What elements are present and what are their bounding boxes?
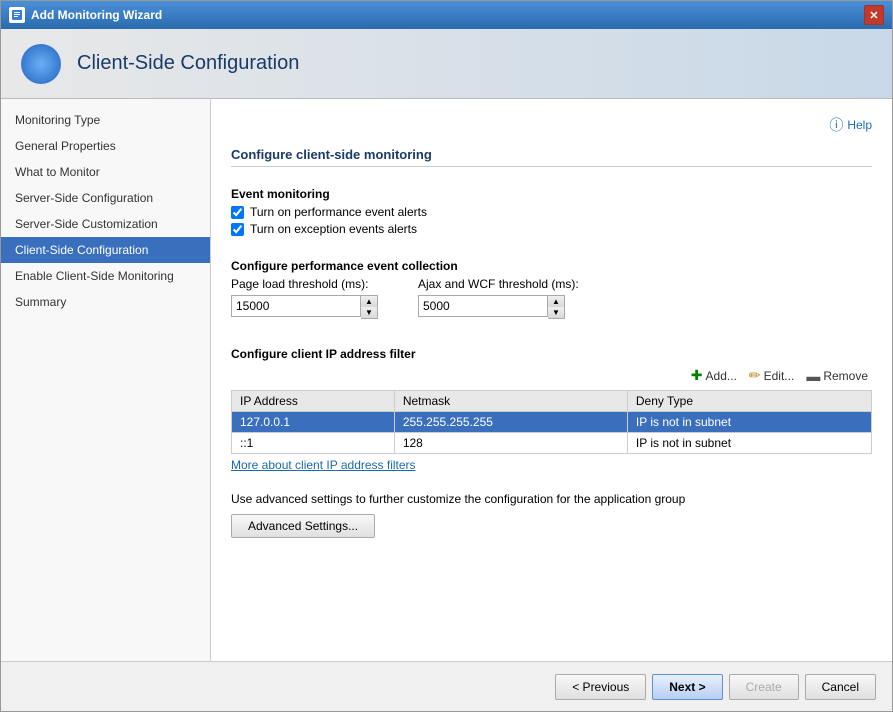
cancel-button[interactable]: Cancel — [805, 674, 876, 700]
ip-filter-title: Configure client IP address filter — [231, 347, 872, 361]
cell-ip-1: 127.0.0.1 — [232, 412, 395, 433]
edit-label: Edit... — [764, 369, 795, 383]
col-netmask: Netmask — [394, 391, 627, 412]
window-icon — [9, 7, 25, 23]
sidebar-item-server-side-config[interactable]: Server-Side Configuration — [1, 185, 210, 211]
ajax-label: Ajax and WCF threshold (ms): — [418, 277, 579, 291]
sidebar-item-server-side-custom[interactable]: Server-Side Customization — [1, 211, 210, 237]
checkbox-row-perf: Turn on performance event alerts — [231, 205, 872, 219]
close-button[interactable]: ✕ — [864, 5, 884, 25]
exception-events-label: Turn on exception events alerts — [250, 222, 417, 236]
ajax-input[interactable] — [418, 295, 548, 317]
ip-filter-section: Configure client IP address filter ✚ Add… — [231, 339, 872, 472]
ajax-spinner-buttons: ▲ ▼ — [548, 295, 565, 319]
ajax-down-btn[interactable]: ▼ — [548, 307, 564, 318]
help-row: ⓘ Help — [231, 115, 872, 135]
title-bar: Add Monitoring Wizard ✕ — [1, 1, 892, 29]
checkbox-row-exception: Turn on exception events alerts — [231, 222, 872, 236]
cell-ip-2: ::1 — [232, 433, 395, 454]
add-button[interactable]: ✚ Add... — [687, 365, 741, 386]
cell-netmask-2: 128 — [394, 433, 627, 454]
threshold-fields: Page load threshold (ms): ▲ ▼ Ajax and W… — [231, 277, 872, 319]
body: Monitoring Type General Properties What … — [1, 99, 892, 661]
header: Client-Side Configuration — [1, 29, 892, 99]
cell-netmask-1: 255.255.255.255 — [394, 412, 627, 433]
sidebar-item-what-to-monitor[interactable]: What to Monitor — [1, 159, 210, 185]
page-load-down-btn[interactable]: ▼ — [361, 307, 377, 318]
main-content: ⓘ Help Configure client-side monitoring … — [211, 99, 892, 661]
ip-filter-link[interactable]: More about client IP address filters — [231, 458, 416, 472]
window: Add Monitoring Wizard ✕ Client-Side Conf… — [0, 0, 893, 712]
table-row[interactable]: 127.0.0.1 255.255.255.255 IP is not in s… — [232, 412, 872, 433]
sidebar: Monitoring Type General Properties What … — [1, 99, 211, 661]
remove-icon: ▬ — [806, 368, 820, 384]
help-link[interactable]: Help — [847, 118, 872, 132]
advanced-description: Use advanced settings to further customi… — [231, 492, 872, 506]
sidebar-item-enable-client-side[interactable]: Enable Client-Side Monitoring — [1, 263, 210, 289]
page-load-input[interactable] — [231, 295, 361, 317]
perf-events-checkbox[interactable] — [231, 206, 244, 219]
edit-button[interactable]: ✏ Edit... — [745, 365, 798, 386]
table-header-row: IP Address Netmask Deny Type — [232, 391, 872, 412]
col-ip-address: IP Address — [232, 391, 395, 412]
advanced-section: Use advanced settings to further customi… — [231, 492, 872, 538]
previous-button[interactable]: < Previous — [555, 674, 646, 700]
ajax-field: Ajax and WCF threshold (ms): ▲ ▼ — [418, 277, 579, 319]
add-label: Add... — [706, 369, 737, 383]
edit-icon: ✏ — [749, 367, 761, 384]
cell-deny-1: IP is not in subnet — [627, 412, 871, 433]
page-load-label: Page load threshold (ms): — [231, 277, 378, 291]
page-load-up-btn[interactable]: ▲ — [361, 296, 377, 307]
col-deny-type: Deny Type — [627, 391, 871, 412]
event-monitoring-section: Event monitoring Turn on performance eve… — [231, 179, 872, 239]
header-icon — [21, 44, 61, 84]
section-title: Configure client-side monitoring — [231, 147, 872, 167]
performance-collection-section: Configure performance event collection P… — [231, 251, 872, 319]
remove-label: Remove — [823, 369, 868, 383]
add-icon: ✚ — [691, 367, 703, 384]
page-load-spinner-buttons: ▲ ▼ — [361, 295, 378, 319]
exception-events-checkbox[interactable] — [231, 223, 244, 236]
next-button[interactable]: Next > — [652, 674, 722, 700]
ajax-spinner: ▲ ▼ — [418, 295, 579, 319]
page-load-field: Page load threshold (ms): ▲ ▼ — [231, 277, 378, 319]
ajax-up-btn[interactable]: ▲ — [548, 296, 564, 307]
sidebar-item-monitoring-type[interactable]: Monitoring Type — [1, 107, 210, 133]
sidebar-item-general-properties[interactable]: General Properties — [1, 133, 210, 159]
cell-deny-2: IP is not in subnet — [627, 433, 871, 454]
event-monitoring-title: Event monitoring — [231, 187, 872, 201]
help-icon: ⓘ — [829, 115, 843, 135]
page-load-spinner: ▲ ▼ — [231, 295, 378, 319]
window-title: Add Monitoring Wizard — [31, 8, 858, 22]
footer: < Previous Next > Create Cancel — [1, 661, 892, 711]
sidebar-item-client-side-config[interactable]: Client-Side Configuration — [1, 237, 210, 263]
ip-filter-toolbar: ✚ Add... ✏ Edit... ▬ Remove — [231, 365, 872, 386]
create-button[interactable]: Create — [729, 674, 799, 700]
remove-button[interactable]: ▬ Remove — [802, 366, 872, 386]
performance-collection-title: Configure performance event collection — [231, 259, 872, 273]
ip-table: IP Address Netmask Deny Type 127.0.0.1 2… — [231, 390, 872, 454]
sidebar-item-summary[interactable]: Summary — [1, 289, 210, 315]
table-row[interactable]: ::1 128 IP is not in subnet — [232, 433, 872, 454]
header-title: Client-Side Configuration — [77, 52, 299, 75]
perf-events-label: Turn on performance event alerts — [250, 205, 427, 219]
advanced-settings-button[interactable]: Advanced Settings... — [231, 514, 375, 538]
